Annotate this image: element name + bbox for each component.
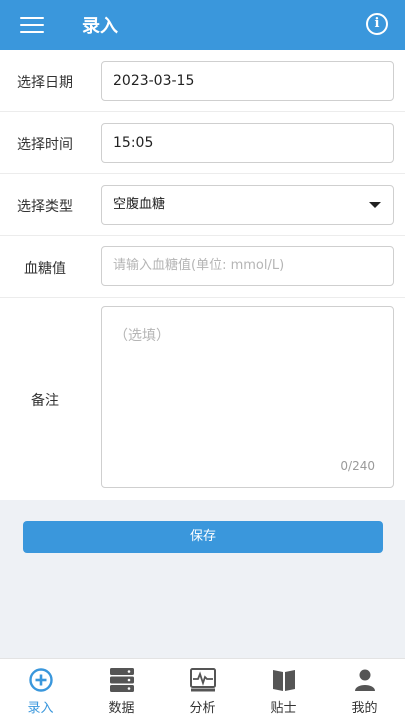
- tab-analysis[interactable]: 分析: [162, 659, 243, 720]
- app-bar: 录入 i: [0, 0, 405, 50]
- entry-form: 选择日期 2023-03-15 选择时间 15:05 选择类型 空腹血糖 血糖值…: [0, 50, 405, 500]
- time-label: 选择时间: [17, 137, 73, 153]
- type-select-value: 空腹血糖: [113, 197, 166, 212]
- type-row: 选择类型 空腹血糖: [0, 174, 405, 236]
- note-row: 备注 （选填） 0/240: [0, 298, 405, 500]
- info-icon[interactable]: i: [366, 13, 388, 35]
- date-row: 选择日期 2023-03-15: [0, 50, 405, 112]
- date-field[interactable]: 2023-03-15: [101, 61, 394, 101]
- note-placeholder: （选填）: [114, 328, 170, 344]
- tab-mine[interactable]: 我的: [324, 659, 405, 720]
- bottom-tab-bar: 录入 数据 分析 贴士 我的: [0, 658, 405, 720]
- time-row: 选择时间 15:05: [0, 112, 405, 174]
- book-icon: [272, 670, 295, 691]
- plus-circle-icon: [28, 668, 53, 692]
- type-label: 选择类型: [17, 199, 73, 215]
- dropdown-caret-icon: [369, 202, 381, 208]
- tab-label: 贴士: [270, 701, 297, 716]
- tab-label: 分析: [189, 701, 216, 716]
- glucose-label: 血糖值: [24, 261, 66, 277]
- note-label: 备注: [31, 393, 59, 409]
- type-select[interactable]: 空腹血糖: [101, 185, 394, 225]
- pulse-chart-icon: [189, 668, 216, 692]
- time-field[interactable]: 15:05: [101, 123, 394, 163]
- date-label: 选择日期: [17, 75, 73, 91]
- menu-icon[interactable]: [20, 14, 44, 36]
- server-icon: [109, 668, 134, 692]
- save-button[interactable]: 保存: [23, 521, 383, 553]
- note-char-counter: 0/240: [340, 459, 375, 473]
- glucose-input[interactable]: 请输入血糖值(单位: mmol/L): [101, 246, 394, 286]
- tab-entry[interactable]: 录入: [0, 659, 81, 720]
- tab-label: 录入: [27, 701, 54, 716]
- tab-tips[interactable]: 贴士: [243, 659, 324, 720]
- page-title: 录入: [82, 16, 118, 37]
- tab-label: 数据: [108, 701, 135, 716]
- note-textarea[interactable]: （选填） 0/240: [101, 306, 394, 488]
- tab-label: 我的: [351, 701, 378, 716]
- person-icon: [354, 669, 375, 691]
- glucose-row: 血糖值 请输入血糖值(单位: mmol/L): [0, 236, 405, 298]
- tab-data[interactable]: 数据: [81, 659, 162, 720]
